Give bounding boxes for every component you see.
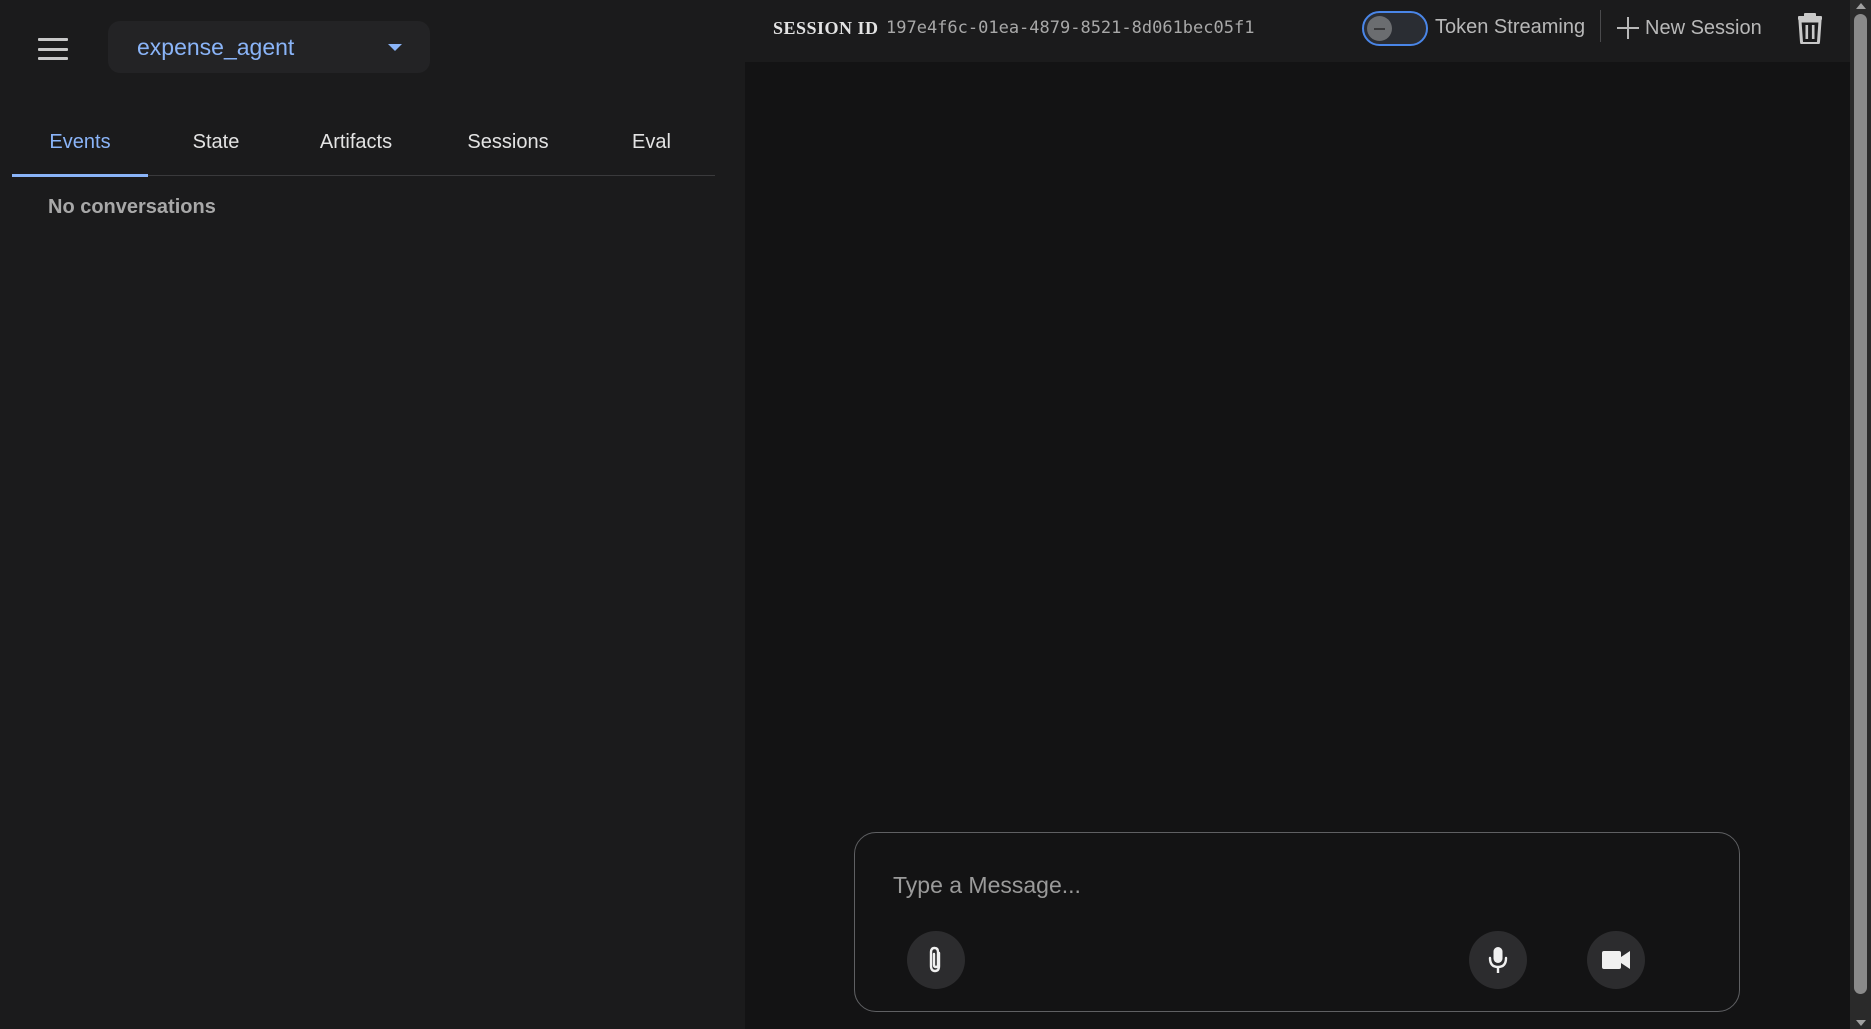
token-streaming-label: Token Streaming	[1435, 16, 1586, 38]
sidebar: expense_agent Events State Artifacts Ses…	[0, 0, 745, 1029]
menu-icon-bar	[38, 47, 68, 51]
plus-icon	[1617, 17, 1639, 39]
trash-icon-glyph	[1798, 13, 1822, 45]
menu-icon[interactable]	[36, 34, 70, 64]
empty-conversations-message: No conversations	[48, 196, 216, 218]
message-input[interactable]	[893, 867, 1693, 903]
agent-select-value: expense_agent	[137, 33, 295, 60]
sidebar-tabs: Events State Artifacts Sessions Eval	[12, 108, 715, 177]
caret-down-icon	[388, 44, 402, 51]
header-bar: SESSION ID 197e4f6c-01ea-4879-8521-8d061…	[745, 0, 1850, 62]
menu-icon-bar	[38, 57, 68, 60]
tab-events[interactable]: Events	[12, 108, 148, 177]
menu-icon-bar	[38, 38, 68, 41]
message-composer	[854, 832, 1740, 1012]
token-streaming-toggle[interactable]	[1362, 11, 1428, 46]
trash-icon[interactable]	[1795, 12, 1825, 45]
microphone-button[interactable]	[1469, 931, 1527, 989]
video-button[interactable]	[1587, 931, 1645, 989]
new-session-label: New Session	[1645, 16, 1762, 39]
scroll-up-arrow-icon[interactable]	[1856, 3, 1866, 9]
header-divider	[1600, 10, 1601, 42]
tab-state[interactable]: State	[148, 108, 284, 176]
chat-area	[745, 62, 1850, 1029]
paperclip-icon	[929, 946, 941, 973]
toggle-knob	[1367, 16, 1392, 41]
session-id-value: 197e4f6c-01ea-4879-8521-8d061bec05f1	[886, 18, 1255, 38]
tab-eval[interactable]: Eval	[588, 108, 715, 176]
new-session-button[interactable]: New Session	[1617, 12, 1762, 44]
attach-button[interactable]	[907, 931, 965, 989]
microphone-icon	[1488, 947, 1508, 973]
agent-select[interactable]: expense_agent	[108, 21, 430, 73]
page-scrollbar[interactable]	[1850, 0, 1871, 1029]
tab-sessions[interactable]: Sessions	[428, 108, 588, 176]
scroll-down-arrow-icon[interactable]	[1856, 1020, 1866, 1026]
video-camera-icon	[1602, 951, 1630, 969]
session-id-label: SESSION ID	[773, 18, 879, 38]
tab-artifacts[interactable]: Artifacts	[284, 108, 428, 176]
scrollbar-thumb[interactable]	[1854, 14, 1867, 994]
